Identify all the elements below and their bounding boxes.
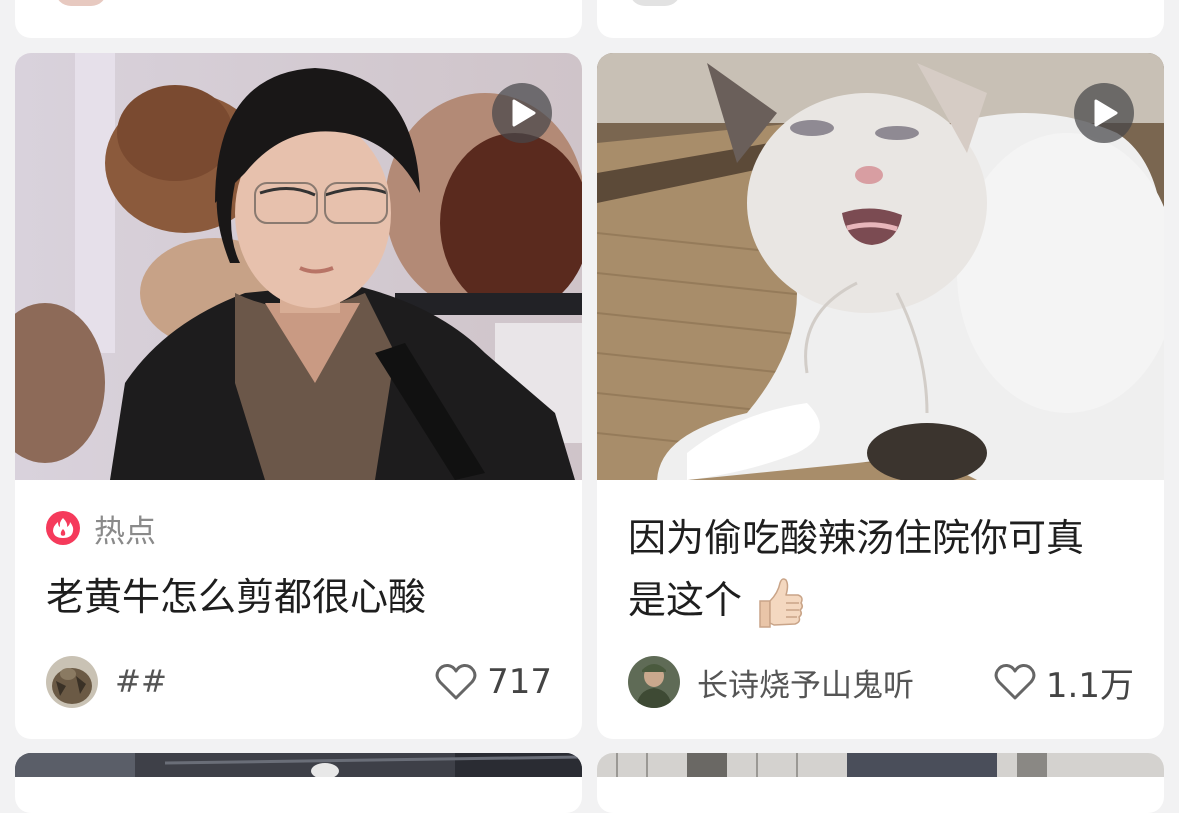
avatar[interactable] — [55, 0, 107, 6]
thumbnail-image — [15, 753, 582, 779]
heart-outline-icon — [435, 663, 477, 700]
video-thumbnail[interactable] — [597, 53, 1164, 480]
thumbnail-image — [597, 753, 1164, 777]
hot-topic-tag[interactable]: 热点 — [46, 510, 156, 550]
card-title[interactable]: 因为偷吃酸辣汤住院你可真 是这个 — [628, 510, 1140, 629]
feed-card[interactable]: 热点 老黄牛怎么剪都很心酸 ## 717 — [15, 53, 582, 739]
feed-card-partial-bottom-right[interactable] — [597, 753, 1164, 813]
play-icon — [512, 99, 536, 127]
hot-label: 热点 — [94, 513, 156, 550]
feed-card[interactable]: 因为偷吃酸辣汤住院你可真 是这个 长诗烧予山鬼听 1.1万 — [597, 53, 1164, 739]
like-button[interactable]: 717 — [435, 662, 552, 702]
fire-icon — [46, 511, 80, 545]
play-button[interactable] — [492, 83, 552, 143]
thumbs-up-emoji — [759, 577, 804, 628]
card-title-line: 是这个 — [628, 572, 1140, 629]
avatar[interactable] — [46, 656, 98, 708]
like-count: 717 — [487, 662, 552, 702]
play-button[interactable] — [1074, 83, 1134, 143]
card-footer: ## 717 — [46, 655, 552, 709]
avatar-image — [46, 656, 98, 708]
card-title-line: 因为偷吃酸辣汤住院你可真 — [628, 516, 1085, 560]
feed-card-partial-top-right[interactable] — [597, 0, 1164, 38]
card-title-text: 是这个 — [628, 578, 743, 622]
video-thumbnail[interactable] — [15, 53, 582, 480]
author-name[interactable]: 长诗烧予山鬼听 — [697, 660, 994, 705]
card-title[interactable]: 老黄牛怎么剪都很心酸 — [46, 569, 558, 625]
author-name[interactable]: ## — [115, 664, 435, 700]
card-footer: 长诗烧予山鬼听 1.1万 — [628, 655, 1134, 709]
avatar[interactable] — [629, 0, 681, 6]
like-count: 1.1万 — [1045, 665, 1134, 706]
play-icon — [1094, 99, 1118, 127]
feed-card-partial-bottom-left[interactable] — [15, 753, 582, 813]
feed-card-partial-top-left[interactable] — [15, 0, 582, 38]
like-button[interactable]: 1.1万 — [994, 658, 1134, 707]
avatar-image — [628, 656, 680, 708]
heart-outline-icon — [994, 663, 1036, 700]
avatar[interactable] — [628, 656, 680, 708]
